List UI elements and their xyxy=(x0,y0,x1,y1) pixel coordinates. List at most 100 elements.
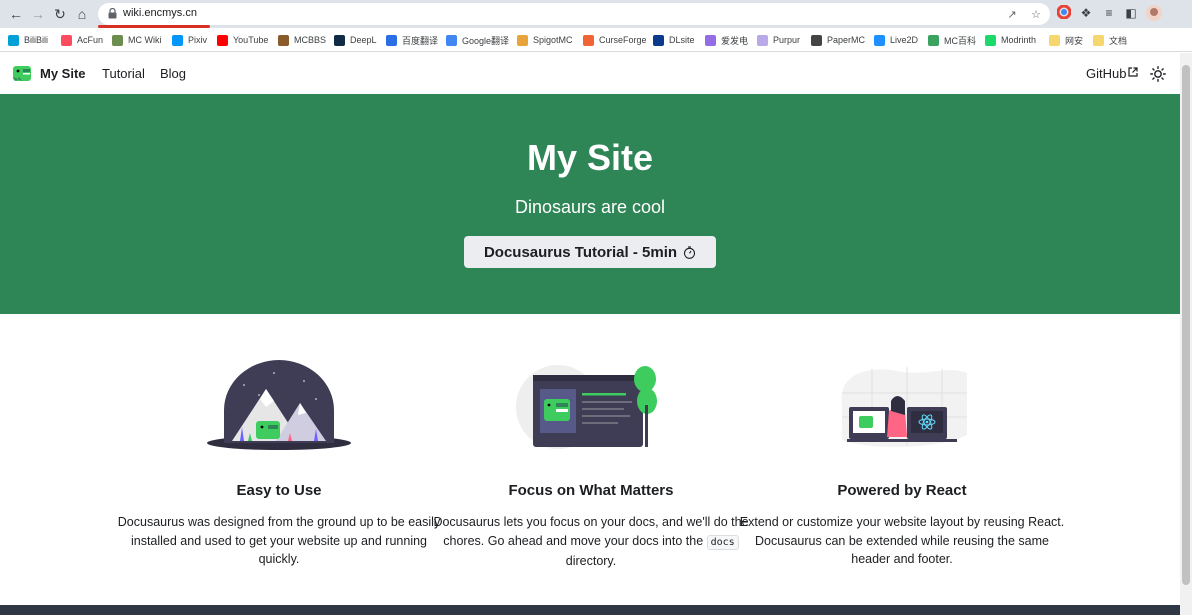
bookmark-favicon-icon xyxy=(874,34,885,46)
bookmark-star-icon[interactable]: ☆ xyxy=(1030,9,1042,21)
url-text: wiki.encmys.cn xyxy=(123,7,197,19)
bookmark-item[interactable]: 爱发电 xyxy=(705,33,748,47)
bookmark-folder[interactable]: 文档 xyxy=(1093,33,1127,47)
bookmark-label: 网安 xyxy=(1065,35,1084,46)
bookmark-label: MC Wiki xyxy=(128,35,162,45)
feature-description: Docusaurus was designed from the ground … xyxy=(117,515,441,566)
bookmark-item[interactable]: Modrinth xyxy=(985,33,1036,47)
feature-description: Docusaurus lets you focus on your docs, … xyxy=(426,513,756,571)
side-panel-icon[interactable]: ◧ xyxy=(1123,5,1139,21)
nav-link-tutorial[interactable]: Tutorial xyxy=(102,66,145,81)
bookmark-favicon-icon xyxy=(517,34,528,46)
bookmark-item[interactable]: DLsite xyxy=(653,33,695,47)
bookmark-label: Live2D xyxy=(890,35,919,45)
bookmark-label: BiliBili xyxy=(24,35,49,45)
bookmark-item[interactable]: Live2D xyxy=(874,33,918,47)
hero-banner: My Site Dinosaurs are cool Docusaurus Tu… xyxy=(0,94,1180,314)
bookmark-favicon-icon xyxy=(757,34,768,46)
feature-description-text: directory. xyxy=(565,554,617,568)
feature-title: Focus on What Matters xyxy=(508,482,674,499)
dinosaur-logo-icon[interactable] xyxy=(12,63,32,83)
footer xyxy=(0,605,1180,615)
bookmark-item[interactable]: MC Wiki xyxy=(112,33,162,47)
bookmark-favicon-icon xyxy=(217,34,228,46)
bookmarks-bar: BiliBili AcFun MC Wiki Pixiv YouTube MCB… xyxy=(0,28,1192,52)
tutorial-button-label: Docusaurus Tutorial - 5min xyxy=(483,243,678,261)
bookmark-favicon-icon xyxy=(583,34,594,46)
stopwatch-icon xyxy=(683,245,696,259)
bookmark-label: SpigotMC xyxy=(533,35,573,45)
bookmark-favicon-icon xyxy=(705,34,716,46)
bookmark-favicon-icon xyxy=(653,34,664,46)
bookmark-label: CurseForge xyxy=(599,35,647,45)
react-workspace-illustration xyxy=(841,367,967,447)
bookmark-label: DeepL xyxy=(350,35,377,45)
github-link[interactable]: GitHub xyxy=(1086,66,1126,81)
bookmark-label: MC百科 xyxy=(944,35,976,46)
external-link-icon xyxy=(1128,67,1138,77)
bookmark-item[interactable]: YouTube xyxy=(217,33,268,47)
bookmark-label: Purpur xyxy=(773,35,801,45)
feature-easy-to-use: Easy to Use Docusaurus was designed from… xyxy=(114,355,444,566)
bookmark-item[interactable]: SpigotMC xyxy=(517,33,573,47)
theme-toggle-sun-icon[interactable] xyxy=(1150,66,1166,82)
bookmark-item[interactable]: Purpur xyxy=(757,33,800,47)
bookmark-label: AcFun xyxy=(77,35,104,45)
bookmark-item[interactable]: 百度翻译 xyxy=(386,33,438,47)
bookmark-item[interactable]: CurseForge xyxy=(583,33,647,47)
hero-title: My Site xyxy=(526,137,654,178)
bookmark-label: Modrinth xyxy=(1001,35,1037,45)
bookmark-item[interactable]: BiliBili xyxy=(8,33,48,47)
bookmark-label: PaperMC xyxy=(827,35,866,45)
reading-list-icon[interactable]: ≡ xyxy=(1101,5,1117,21)
extensions-puzzle-icon[interactable]: ❖ xyxy=(1078,5,1094,21)
site-brand[interactable]: My Site xyxy=(40,66,86,81)
bookmark-item[interactable]: AcFun xyxy=(61,33,103,47)
bookmark-favicon-icon xyxy=(386,34,397,46)
share-icon[interactable]: ↗ xyxy=(1006,9,1018,21)
profile-avatar[interactable] xyxy=(1146,5,1162,21)
bookmark-folder[interactable]: 网安 xyxy=(1049,33,1083,47)
bookmark-favicon-icon xyxy=(172,34,183,46)
feature-description-text: Docusaurus lets you focus on your docs, … xyxy=(433,515,749,548)
bookmark-item[interactable]: PaperMC xyxy=(811,33,865,47)
bookmark-item[interactable]: Google翻译 xyxy=(446,33,509,47)
folder-icon xyxy=(1049,34,1060,46)
bookmark-label: Google翻译 xyxy=(462,35,510,46)
bookmark-item[interactable]: Pixiv xyxy=(172,33,207,47)
bookmark-label: DLsite xyxy=(669,35,695,45)
bookmark-favicon-icon xyxy=(446,34,457,46)
docs-screen-illustration xyxy=(516,365,657,449)
browser-toolbar: ← → ↻ ⌂ wiki.encmys.cn ↗ ☆ ❖ ≡ ◧ xyxy=(0,0,1192,28)
mountain-illustration xyxy=(207,360,351,450)
bookmark-label: MCBBS xyxy=(294,35,327,45)
bookmark-favicon-icon xyxy=(8,34,19,46)
reload-icon[interactable]: ↻ xyxy=(50,4,70,24)
bookmark-label: 文档 xyxy=(1109,35,1128,46)
address-bar[interactable]: wiki.encmys.cn ↗ ☆ xyxy=(98,3,1050,25)
back-icon[interactable]: ← xyxy=(6,4,26,24)
bookmark-item[interactable]: MCBBS xyxy=(278,33,326,47)
site-navbar: My Site Tutorial Blog GitHub xyxy=(0,53,1180,94)
bookmark-favicon-icon xyxy=(334,34,345,46)
extension-color-icon[interactable] xyxy=(1056,4,1072,21)
bookmark-favicon-icon xyxy=(928,34,939,46)
folder-icon xyxy=(1093,34,1104,46)
bookmark-label: YouTube xyxy=(233,35,269,45)
inline-code: docs xyxy=(706,534,739,550)
lock-icon xyxy=(108,8,117,19)
bookmark-favicon-icon xyxy=(985,34,996,46)
bookmark-item[interactable]: DeepL xyxy=(334,33,377,47)
tutorial-button[interactable]: Docusaurus Tutorial - 5min xyxy=(464,236,716,268)
nav-link-blog[interactable]: Blog xyxy=(160,66,186,81)
bookmark-item[interactable]: MC百科 xyxy=(928,33,976,47)
feature-title: Powered by React xyxy=(837,482,967,499)
scrollbar-thumb[interactable] xyxy=(1182,65,1190,585)
bookmark-favicon-icon xyxy=(278,34,289,46)
bookmark-label: Pixiv xyxy=(188,35,208,45)
page-scrollbar[interactable] xyxy=(1180,53,1192,615)
forward-icon[interactable]: → xyxy=(28,4,48,24)
bookmark-favicon-icon xyxy=(112,34,123,46)
feature-react: Powered by React Extend or customize you… xyxy=(737,355,1067,566)
home-icon[interactable]: ⌂ xyxy=(72,4,92,24)
